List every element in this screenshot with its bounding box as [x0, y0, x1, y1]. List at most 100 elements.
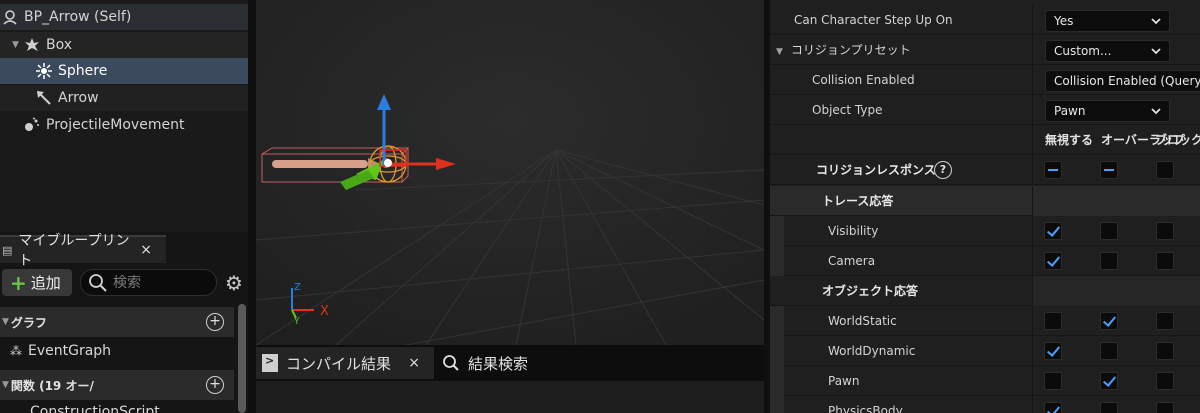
block-checkbox[interactable]: [1156, 312, 1174, 330]
overlap-checkbox[interactable]: [1100, 342, 1118, 360]
response-row: WorldStatic: [770, 306, 1200, 336]
details-panel: Can Character Step Up On Yes ▼ コリジョンプリセット…: [770, 0, 1200, 413]
overlap-checkbox[interactable]: [1100, 312, 1118, 330]
ignore-checkbox[interactable]: [1044, 402, 1062, 413]
ignore-checkbox[interactable]: [1044, 312, 1062, 330]
section-label: トレース応答: [822, 194, 894, 208]
search-box[interactable]: [80, 269, 217, 296]
caret-down-icon[interactable]: ▼: [2, 380, 9, 390]
dropdown-value: Yes: [1054, 14, 1074, 28]
section-trace-responses[interactable]: トレース応答: [770, 186, 1200, 216]
ignore-checkbox[interactable]: [1044, 372, 1062, 390]
help-icon[interactable]: ?: [934, 161, 952, 179]
column-header-cell: 無視する オーバーラップ ブロック: [1032, 125, 1200, 155]
tree-item-projectile-movement[interactable]: ProjectileMovement: [0, 112, 248, 138]
ignore-checkbox[interactable]: [1044, 252, 1062, 270]
viewport[interactable]: X Z Y: [256, 0, 764, 345]
all-overlap-checkbox[interactable]: [1100, 161, 1118, 179]
add-graph-icon[interactable]: +: [206, 313, 224, 331]
tab-find-results[interactable]: 結果検索: [440, 347, 570, 379]
response-row: Visibility: [770, 216, 1200, 246]
response-row: Camera: [770, 246, 1200, 276]
caret-down-icon[interactable]: ▼: [776, 47, 783, 57]
search-input[interactable]: [113, 274, 213, 291]
response-row-label: Camera: [828, 254, 876, 268]
ignore-checkbox[interactable]: [1044, 342, 1062, 360]
all-block-checkbox[interactable]: [1156, 161, 1174, 179]
close-icon[interactable]: ×: [140, 242, 152, 258]
tree-item-sphere[interactable]: Sphere: [0, 58, 248, 84]
chevron-down-icon: [1151, 18, 1161, 25]
section-object-responses[interactable]: オブジェクト応答: [770, 276, 1200, 306]
response-row-label: Pawn: [828, 374, 860, 388]
axis-x-label: X: [320, 304, 329, 319]
scrollbar[interactable]: [238, 304, 246, 413]
tree-item-self[interactable]: BP_Arrow (Self): [0, 4, 248, 30]
section-graphs[interactable]: ▼ グラフ +: [0, 307, 234, 337]
blueprint-toolbar: + 追加 ⚙: [0, 268, 248, 298]
actor-icon: [2, 9, 18, 25]
section-label: グラフ: [10, 315, 47, 330]
property-value-cell: Pawn: [1032, 95, 1200, 125]
row-indent-strip: [770, 306, 784, 336]
collision-enabled-dropdown[interactable]: Collision Enabled (Query and: [1045, 70, 1200, 92]
axis-z-label: Z: [294, 282, 301, 293]
block-checkbox[interactable]: [1156, 402, 1174, 413]
close-icon[interactable]: ×: [408, 355, 420, 371]
box-collision-icon: [24, 37, 40, 53]
list-item-construction-script[interactable]: ConstructionScript: [0, 404, 234, 413]
property-value-cell: [1032, 186, 1200, 216]
property-value-cell: Collision Enabled (Query and: [1032, 65, 1200, 95]
ignore-checkbox[interactable]: [1044, 222, 1062, 240]
tab-compiler-results[interactable]: コンパイル結果 ×: [256, 347, 434, 379]
property-collision-responses: コリジョンレスポンス ?: [770, 155, 1200, 185]
axis-y-label: Y: [293, 317, 300, 327]
blueprint-book-icon: ▤: [2, 243, 13, 257]
caret-down-icon[interactable]: ▼: [2, 317, 9, 327]
gear-icon[interactable]: ⚙: [222, 271, 246, 295]
tab-label: マイブループリント: [18, 233, 130, 269]
property-label-text: コリジョンプリセット: [790, 43, 911, 57]
response-row: Pawn: [770, 366, 1200, 396]
section-label: 関数 (19 オー/: [10, 378, 94, 393]
block-checkbox[interactable]: [1156, 372, 1174, 390]
step-up-dropdown[interactable]: Yes: [1045, 10, 1170, 32]
block-checkbox[interactable]: [1156, 342, 1174, 360]
arrow-component-icon: [36, 90, 52, 106]
tab-my-blueprint[interactable]: ▤ マイブループリント ×: [0, 233, 166, 269]
overlap-checkbox[interactable]: [1100, 402, 1118, 413]
caret-down-icon[interactable]: ▼: [12, 40, 24, 50]
response-row-label: Visibility: [828, 224, 879, 238]
overlap-checkbox[interactable]: [1100, 252, 1118, 270]
add-button-label: 追加: [30, 274, 61, 292]
dropdown-value: Custom...: [1054, 44, 1112, 58]
response-row-label: WorldDynamic: [828, 344, 916, 358]
tree-item-label: BP_Arrow (Self): [24, 9, 132, 25]
block-checkbox[interactable]: [1156, 252, 1174, 270]
response-row: WorldDynamic: [770, 336, 1200, 366]
overlap-checkbox[interactable]: [1100, 372, 1118, 390]
list-item-event-graph[interactable]: ⁂ EventGraph: [0, 338, 234, 364]
viewport-scene: X Z Y: [256, 0, 764, 345]
object-type-dropdown[interactable]: Pawn: [1045, 100, 1170, 122]
overlap-checkbox[interactable]: [1100, 222, 1118, 240]
search-icon: [443, 355, 459, 371]
add-function-icon[interactable]: +: [206, 376, 224, 394]
property-value-cell: Yes: [1032, 5, 1200, 35]
tree-item-label: Arrow: [58, 90, 99, 106]
components-panel: BP_Arrow (Self) ▼ Box Sphere Arrow Proje…: [0, 0, 248, 232]
property-collision-enabled: Collision Enabled Collision Enabled (Que…: [770, 65, 1200, 95]
collision-preset-dropdown[interactable]: Custom...: [1045, 40, 1170, 62]
tree-item-arrow[interactable]: Arrow: [0, 85, 248, 111]
list-item-label: ConstructionScript: [30, 404, 160, 413]
bottom-tab-bar: コンパイル結果 × 結果検索: [256, 345, 764, 413]
block-checkbox[interactable]: [1156, 222, 1174, 240]
my-blueprint-panel: ▤ マイブループリント × + 追加 ⚙ ▼ グラフ + ⁂ EventGrap…: [0, 232, 248, 413]
property-object-type: Object Type Pawn: [770, 95, 1200, 125]
section-functions[interactable]: ▼ 関数 (19 オー/ +: [0, 370, 234, 400]
add-button[interactable]: + 追加: [2, 269, 72, 296]
tree-item-box[interactable]: ▼ Box: [0, 32, 248, 58]
tab-label: コンパイル結果: [286, 354, 392, 373]
tree-item-label: Box: [46, 37, 73, 53]
all-ignore-checkbox[interactable]: [1044, 161, 1062, 179]
